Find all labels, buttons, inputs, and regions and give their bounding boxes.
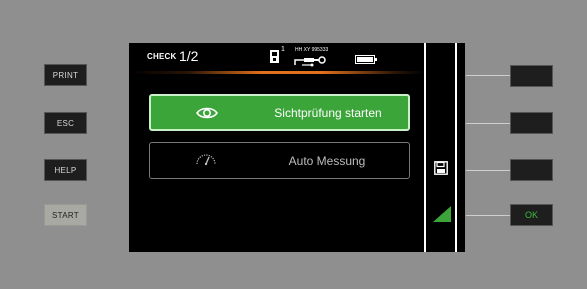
esc-button[interactable]: ESC bbox=[44, 112, 87, 134]
softkey-2-button[interactable] bbox=[510, 112, 553, 134]
print-button[interactable]: PRINT bbox=[44, 64, 87, 86]
reference-text: HH XY 995333 bbox=[295, 47, 329, 53]
confirm-triangle-icon[interactable] bbox=[433, 206, 451, 222]
softkey-1-button[interactable] bbox=[510, 65, 553, 87]
eye-icon bbox=[196, 107, 218, 119]
softkey-divider bbox=[424, 43, 426, 252]
menu-item-label: Auto Messung bbox=[288, 153, 366, 168]
softkey-3-button[interactable] bbox=[510, 159, 553, 181]
start-visual-inspection-button[interactable]: Sichtprüfung starten bbox=[149, 94, 410, 131]
header-divider bbox=[129, 71, 425, 74]
device-slot-number: 1 bbox=[281, 46, 285, 53]
softkey-leader bbox=[466, 123, 510, 124]
gauge-icon bbox=[196, 154, 216, 166]
check-logo: CHECK bbox=[147, 52, 177, 61]
softkey-leader bbox=[466, 215, 510, 216]
menu-item-label: Sichtprüfung starten bbox=[274, 105, 382, 120]
battery-icon bbox=[355, 55, 377, 64]
softkey-divider bbox=[455, 43, 457, 252]
save-icon[interactable] bbox=[434, 161, 448, 175]
display-screen: CHECK 1/2 1 HH XY 995333 Sichtprüfung st… bbox=[129, 43, 465, 252]
auto-measurement-button[interactable]: Auto Messung bbox=[149, 142, 410, 179]
screen-header: CHECK 1/2 1 HH XY 995333 bbox=[129, 43, 425, 71]
softkey-leader bbox=[466, 170, 510, 171]
page-indicator: 1/2 bbox=[179, 48, 199, 64]
ok-button[interactable]: OK bbox=[510, 204, 553, 226]
start-button[interactable]: START bbox=[44, 204, 87, 226]
device-panel: PRINT ESC HELP START CHECK 1/2 1 HH XY 9… bbox=[0, 0, 587, 289]
softkey-leader bbox=[466, 75, 510, 76]
device-icon bbox=[270, 50, 279, 63]
help-button[interactable]: HELP bbox=[44, 159, 87, 181]
probe-icon bbox=[294, 56, 326, 67]
